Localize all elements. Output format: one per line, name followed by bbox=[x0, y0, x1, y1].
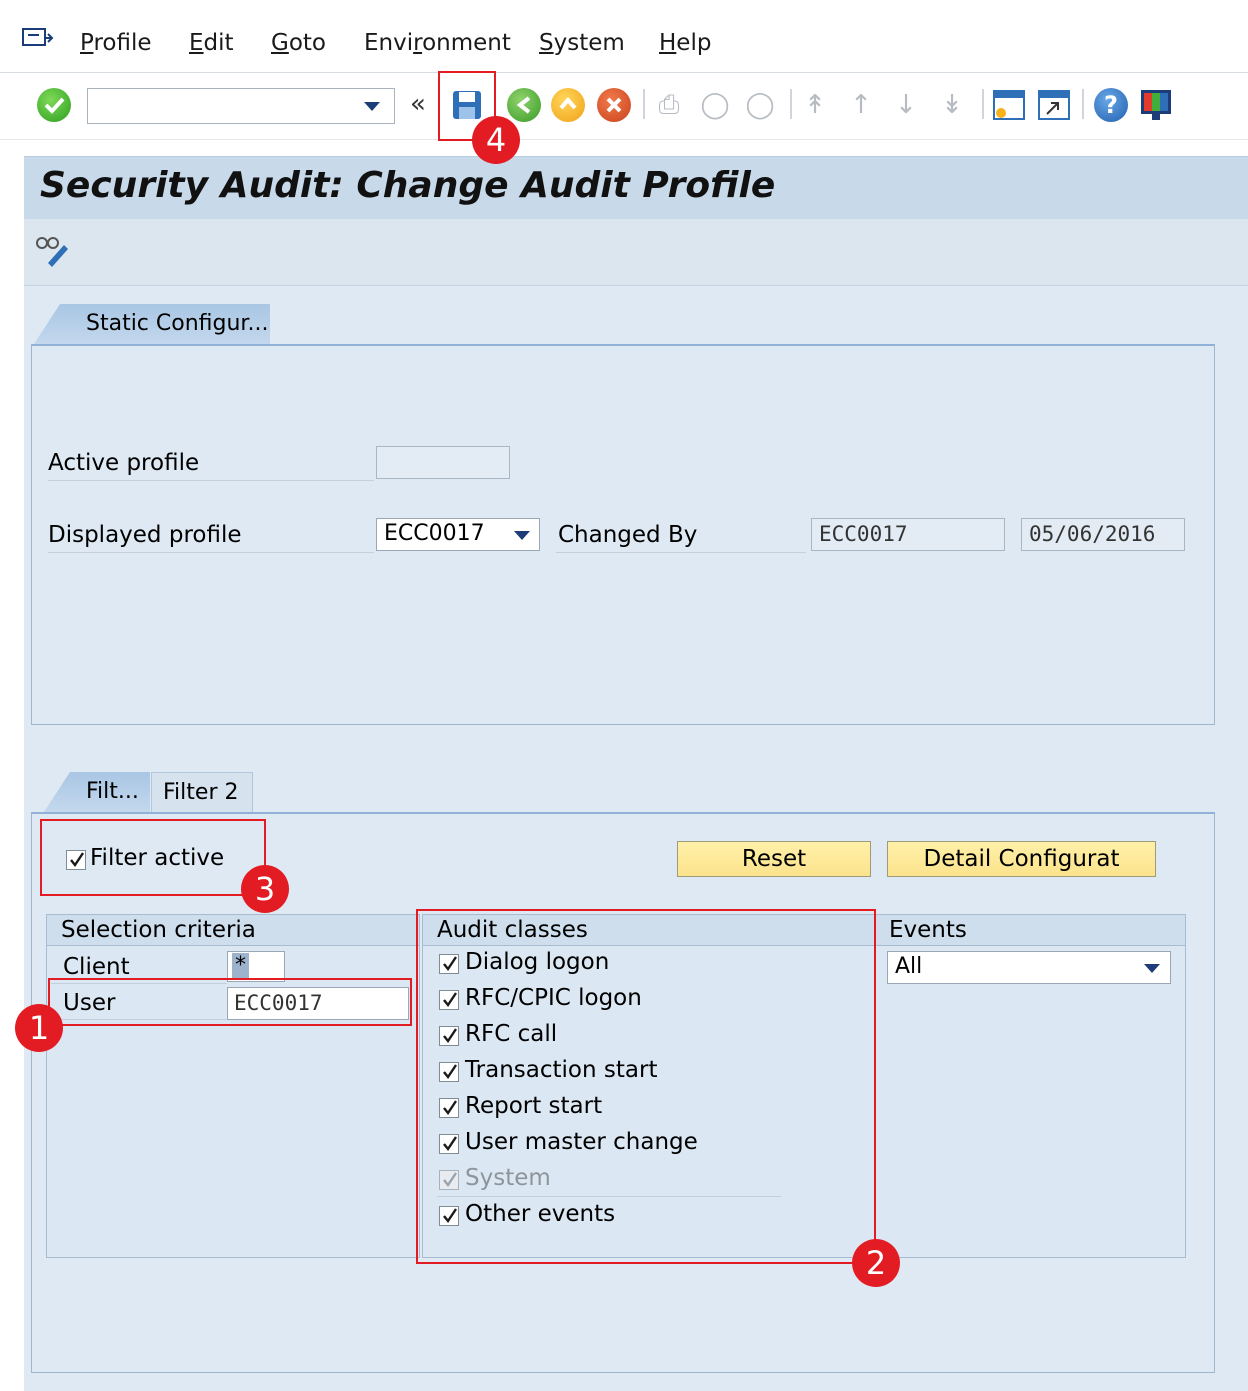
row-divider bbox=[48, 552, 374, 553]
reset-button[interactable]: Reset bbox=[677, 841, 871, 877]
chevron-down-icon[interactable] bbox=[364, 102, 380, 111]
toolbar-divider bbox=[982, 89, 984, 119]
toolbar-divider bbox=[1082, 89, 1084, 119]
chevron-down-icon[interactable] bbox=[514, 531, 530, 540]
annotation-badge-4: 4 bbox=[472, 116, 520, 164]
collapse-command-icon[interactable]: « bbox=[410, 89, 426, 119]
find-next-icon: ◯ bbox=[745, 90, 775, 120]
client-value: * bbox=[232, 953, 249, 978]
annotation-box-user bbox=[48, 978, 412, 1026]
menu-help[interactable]: Help bbox=[659, 30, 711, 56]
changed-by-label: Changed By bbox=[558, 522, 698, 548]
events-group: Events All bbox=[874, 914, 1186, 1258]
changed-date-value: 05/06/2016 bbox=[1029, 522, 1156, 546]
annotation-box-audit-classes bbox=[416, 909, 876, 1264]
tab-filter-2-label: Filter 2 bbox=[163, 780, 239, 805]
annotation-box-filter-active bbox=[40, 819, 266, 896]
annotation-badge-2: 2 bbox=[852, 1239, 900, 1287]
active-profile-label: Active profile bbox=[48, 450, 200, 476]
print-icon: ⎙ bbox=[658, 90, 680, 120]
menu-environment[interactable]: Environment bbox=[364, 30, 511, 56]
menu-profile[interactable]: Profile bbox=[80, 30, 152, 56]
selection-criteria-heading: Selection criteria bbox=[47, 915, 419, 946]
changed-date-field: 05/06/2016 bbox=[1021, 518, 1185, 551]
back-icon[interactable] bbox=[507, 88, 541, 122]
row-divider bbox=[48, 480, 374, 481]
create-session-icon[interactable] bbox=[992, 88, 1026, 122]
tab-static-configuration-label: Static Configur... bbox=[86, 311, 269, 336]
menu-bar: Profile Edit Goto Environment System Hel… bbox=[0, 0, 1248, 73]
row-divider bbox=[556, 552, 806, 553]
next-page-icon: ↓ bbox=[895, 90, 917, 120]
chevron-down-icon[interactable] bbox=[1144, 964, 1160, 973]
menu-icon[interactable] bbox=[22, 26, 54, 50]
last-page-icon: ↡ bbox=[941, 90, 963, 120]
active-profile-field bbox=[376, 446, 510, 479]
displayed-profile-select[interactable]: ECC0017 bbox=[376, 518, 540, 551]
title-bar: Security Audit: Change Audit Profile bbox=[24, 156, 1248, 220]
previous-page-icon: ↑ bbox=[850, 90, 872, 120]
find-icon: ◯ bbox=[700, 90, 730, 120]
events-value: All bbox=[895, 954, 923, 979]
static-configuration-panel: Active profile Displayed profile ECC0017… bbox=[31, 344, 1215, 725]
first-page-icon: ↟ bbox=[804, 90, 826, 120]
events-select[interactable]: All bbox=[887, 951, 1171, 984]
toolbar-divider bbox=[643, 89, 645, 119]
annotation-badge-3: 3 bbox=[241, 865, 289, 913]
application-toolbar bbox=[24, 219, 1248, 286]
tab-filter-1-label: Filt... bbox=[86, 779, 139, 804]
customize-layout-icon[interactable] bbox=[1139, 88, 1173, 122]
events-heading: Events bbox=[875, 915, 1185, 946]
client-label: Client bbox=[63, 954, 130, 980]
tab-filter-2[interactable]: Filter 2 bbox=[151, 772, 253, 813]
create-shortcut-icon[interactable] bbox=[1037, 88, 1071, 122]
command-field[interactable] bbox=[87, 88, 395, 124]
displayed-profile-value: ECC0017 bbox=[384, 521, 485, 546]
menu-goto[interactable]: Goto bbox=[271, 30, 326, 56]
displayed-profile-label: Displayed profile bbox=[48, 522, 242, 548]
cancel-icon[interactable] bbox=[597, 88, 631, 122]
help-icon[interactable]: ? bbox=[1094, 88, 1128, 122]
menu-edit[interactable]: Edit bbox=[189, 30, 234, 56]
selection-criteria-group: Selection criteria Client * User ECC0017 bbox=[46, 914, 420, 1258]
changed-by-value: ECC0017 bbox=[819, 522, 908, 546]
detail-configuration-button[interactable]: Detail Configurat bbox=[887, 841, 1156, 877]
tab-static-configuration[interactable]: Static Configur... bbox=[34, 304, 270, 344]
enter-check-icon[interactable] bbox=[37, 88, 71, 122]
display-change-icon[interactable] bbox=[34, 233, 70, 269]
menu-system[interactable]: System bbox=[539, 30, 625, 56]
toolbar-divider bbox=[790, 89, 792, 119]
page-title: Security Audit: Change Audit Profile bbox=[40, 165, 776, 206]
changed-by-field: ECC0017 bbox=[811, 518, 1005, 551]
annotation-badge-1: 1 bbox=[15, 1004, 63, 1052]
exit-icon[interactable] bbox=[551, 88, 585, 122]
standard-toolbar: « ⎙ ◯ ◯ ↟ ↑ ↓ ↡ ? bbox=[0, 73, 1248, 140]
